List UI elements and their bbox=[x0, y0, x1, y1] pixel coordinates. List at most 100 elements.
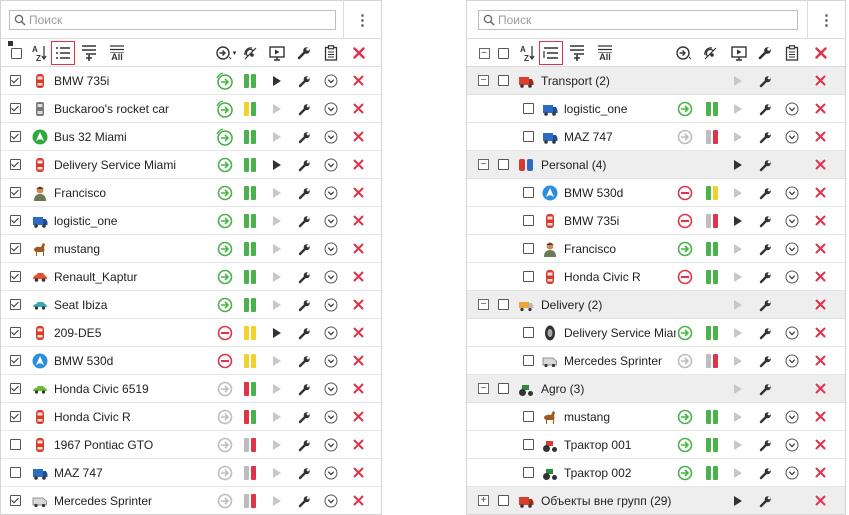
collapse-group-icon[interactable]: − bbox=[478, 383, 489, 394]
navigate-icon[interactable] bbox=[324, 130, 338, 144]
delete-icon[interactable] bbox=[815, 467, 826, 478]
wrench-icon[interactable] bbox=[758, 326, 772, 340]
play-track-icon[interactable] bbox=[273, 356, 281, 366]
unit-checkbox[interactable] bbox=[523, 467, 534, 478]
connection-status-icon[interactable] bbox=[677, 353, 693, 369]
wrench-icon[interactable] bbox=[758, 494, 772, 508]
sort-az-button[interactable]: AZ bbox=[31, 39, 49, 67]
unit-row[interactable]: logistic_one bbox=[467, 95, 845, 123]
connection-status-icon[interactable] bbox=[677, 465, 693, 481]
unit-checkbox[interactable] bbox=[523, 271, 534, 282]
play-track-icon[interactable] bbox=[273, 104, 281, 114]
play-track-icon[interactable] bbox=[734, 384, 742, 394]
connection-status-icon[interactable] bbox=[677, 241, 693, 257]
play-track-icon[interactable] bbox=[273, 384, 281, 394]
wrench-icon[interactable] bbox=[297, 354, 311, 368]
unit-checkbox[interactable] bbox=[523, 411, 534, 422]
unit-row[interactable]: Buckaroo's rocket car bbox=[1, 95, 381, 123]
unit-checkbox[interactable] bbox=[10, 411, 21, 422]
wrench-icon[interactable] bbox=[297, 438, 311, 452]
unit-row[interactable]: Mercedes Sprinter bbox=[467, 347, 845, 375]
unit-checkbox[interactable] bbox=[10, 243, 21, 254]
unit-checkbox[interactable] bbox=[523, 215, 534, 226]
delete-icon[interactable] bbox=[815, 411, 826, 422]
connection-state-column[interactable]: ▾ bbox=[214, 39, 238, 67]
unit-row[interactable]: BMW 530d bbox=[1, 347, 381, 375]
delete-icon[interactable] bbox=[815, 439, 826, 450]
navigate-icon[interactable] bbox=[785, 466, 799, 480]
connection-status-icon[interactable] bbox=[677, 325, 693, 341]
unit-checkbox[interactable] bbox=[523, 355, 534, 366]
sort-az-button[interactable]: AZ bbox=[519, 39, 537, 67]
delete-icon[interactable] bbox=[353, 383, 364, 394]
navigate-icon[interactable] bbox=[785, 102, 799, 116]
delete-icon[interactable] bbox=[353, 243, 364, 254]
play-track-icon[interactable] bbox=[734, 412, 742, 422]
delete-icon[interactable] bbox=[353, 159, 364, 170]
delete-icon[interactable] bbox=[353, 75, 364, 86]
wrench-icon[interactable] bbox=[297, 242, 311, 256]
navigate-icon[interactable] bbox=[785, 270, 799, 284]
navigate-icon[interactable] bbox=[785, 438, 799, 452]
search-field[interactable] bbox=[478, 9, 798, 30]
commands-column[interactable] bbox=[267, 39, 287, 67]
group-row[interactable]: + Объекты вне групп (29) bbox=[467, 487, 845, 514]
unit-checkbox[interactable] bbox=[523, 243, 534, 254]
group-row[interactable]: − Delivery (2) bbox=[467, 291, 845, 319]
delete-icon[interactable] bbox=[353, 271, 364, 282]
unit-row[interactable]: Трактор 001 bbox=[467, 431, 845, 459]
unit-row[interactable]: Delivery Service Miami bbox=[467, 319, 845, 347]
show-all-button[interactable]: All bbox=[107, 39, 127, 67]
wrench-icon[interactable] bbox=[297, 130, 311, 144]
group-row[interactable]: − Agro (3) bbox=[467, 375, 845, 403]
commands-column[interactable] bbox=[729, 39, 749, 67]
select-all-checkbox[interactable] bbox=[10, 47, 22, 59]
play-track-icon[interactable] bbox=[734, 440, 742, 450]
connection-status-icon[interactable] bbox=[677, 185, 693, 201]
play-track-icon[interactable] bbox=[734, 272, 742, 282]
play-track-icon[interactable] bbox=[273, 496, 281, 506]
wrench-icon[interactable] bbox=[758, 74, 772, 88]
delete-icon[interactable] bbox=[353, 327, 364, 338]
delete-icon[interactable] bbox=[353, 495, 364, 506]
unit-row[interactable]: Bus 32 Miami bbox=[1, 123, 381, 151]
connection-status-icon[interactable] bbox=[214, 128, 236, 146]
group-checkbox[interactable] bbox=[498, 159, 509, 170]
wrench-icon[interactable] bbox=[297, 410, 311, 424]
connection-status-icon[interactable] bbox=[677, 409, 693, 425]
play-track-icon[interactable] bbox=[734, 468, 742, 478]
select-all-checkbox-cell[interactable] bbox=[495, 39, 511, 67]
unit-row[interactable]: BMW 735i bbox=[1, 67, 381, 95]
collapse-group-icon[interactable]: − bbox=[478, 159, 489, 170]
unit-checkbox[interactable] bbox=[523, 103, 534, 114]
navigate-icon[interactable] bbox=[785, 354, 799, 368]
collapse-group-icon[interactable]: − bbox=[478, 299, 489, 310]
connection-status-icon[interactable] bbox=[214, 436, 236, 454]
show-all-button[interactable]: All bbox=[595, 39, 615, 67]
delete-icon[interactable] bbox=[815, 495, 826, 506]
delete-icon[interactable] bbox=[353, 467, 364, 478]
search-field[interactable] bbox=[9, 9, 336, 30]
wrench-icon[interactable] bbox=[297, 466, 311, 480]
wrench-icon[interactable] bbox=[758, 354, 772, 368]
wrench-icon[interactable] bbox=[758, 438, 772, 452]
unit-row[interactable]: Mercedes Sprinter bbox=[1, 487, 381, 514]
navigate-icon[interactable] bbox=[324, 214, 338, 228]
connection-status-icon[interactable] bbox=[214, 72, 236, 90]
unit-row[interactable]: MAZ 747 bbox=[1, 459, 381, 487]
unit-checkbox[interactable] bbox=[523, 131, 534, 142]
unit-checkbox[interactable] bbox=[10, 187, 21, 198]
unit-checkbox[interactable] bbox=[10, 495, 21, 506]
connection-status-icon[interactable] bbox=[214, 464, 236, 482]
connection-status-icon[interactable] bbox=[677, 213, 693, 229]
delete-icon[interactable] bbox=[815, 103, 826, 114]
delete-icon[interactable] bbox=[815, 383, 826, 394]
wrench-icon[interactable] bbox=[297, 102, 311, 116]
unit-checkbox[interactable] bbox=[10, 327, 21, 338]
unit-row[interactable]: 1967 Pontiac GTO bbox=[1, 431, 381, 459]
wrench-icon[interactable] bbox=[297, 214, 311, 228]
collapse-group-icon[interactable]: − bbox=[478, 75, 489, 86]
connection-status-icon[interactable] bbox=[214, 240, 236, 258]
navigate-icon[interactable] bbox=[324, 186, 338, 200]
navigate-icon[interactable] bbox=[324, 466, 338, 480]
